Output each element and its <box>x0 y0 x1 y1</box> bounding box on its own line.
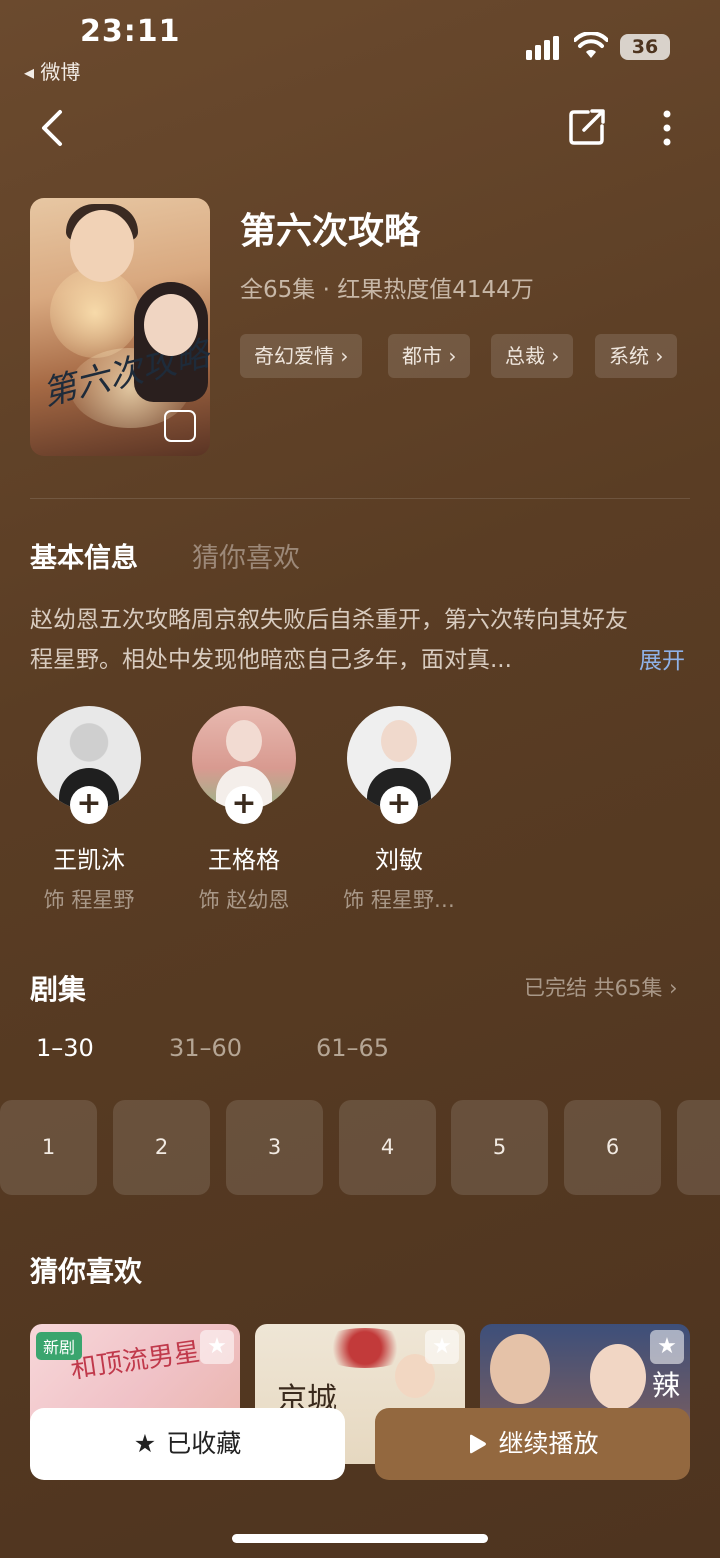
show-meta: 全65集 · 红果热度值4144万 <box>240 277 534 303</box>
follow-plus-icon[interactable]: + <box>225 786 263 824</box>
follow-plus-icon[interactable]: + <box>380 786 418 824</box>
episode-button[interactable]: 5 <box>451 1100 548 1195</box>
battery-indicator: 36 <box>620 34 670 60</box>
episode-button[interactable]: 3 <box>226 1100 323 1195</box>
episode-button[interactable]: 2 <box>113 1100 210 1195</box>
more-vertical-icon[interactable] <box>652 106 682 150</box>
cast-name: 刘敏 <box>375 846 423 874</box>
favorite-button[interactable]: ★ 已收藏 <box>30 1408 345 1480</box>
recommend-heading: 猜你喜欢 <box>30 1255 143 1288</box>
wifi-icon <box>574 32 608 58</box>
follow-plus-icon[interactable]: + <box>70 786 108 824</box>
episode-range-tab[interactable]: 1–30 <box>36 1034 94 1062</box>
cast-role: 饰 赵幼恩 <box>198 888 290 912</box>
episodes-status-link[interactable]: 已完结 共65集 › <box>524 972 677 1002</box>
tab-basic-info[interactable]: 基本信息 <box>30 536 138 575</box>
star-icon[interactable]: ★ <box>200 1330 234 1364</box>
episode-button[interactable]: 6 <box>564 1100 661 1195</box>
cast-name: 王格格 <box>208 846 280 874</box>
signal-icon <box>526 36 559 60</box>
cast-member[interactable]: + <box>347 706 451 824</box>
back-to-app-link[interactable]: ◂ 微博 <box>24 56 80 85</box>
episode-range-tab[interactable]: 61–65 <box>316 1034 389 1062</box>
episode-button[interactable]: 1 <box>0 1100 97 1195</box>
tab-recommend[interactable]: 猜你喜欢 <box>192 536 300 575</box>
back-arrow-icon[interactable] <box>34 106 74 150</box>
cast-member[interactable]: + <box>37 706 141 824</box>
expand-link[interactable]: 展开 <box>639 641 685 675</box>
cast-role: 饰 程星野… <box>343 888 455 912</box>
show-poster[interactable]: 第六次攻略 <box>30 198 210 456</box>
synopsis-text: 赵幼恩五次攻略周京叙失败后自杀重开，第六次转向其好友程星野。相处中发现他暗恋自己… <box>30 607 628 673</box>
share-icon[interactable] <box>566 106 608 148</box>
episode-range-tab[interactable]: 31–60 <box>169 1034 242 1062</box>
divider <box>30 498 690 499</box>
play-icon <box>470 1434 487 1454</box>
episode-button-partial[interactable] <box>677 1100 720 1195</box>
favorite-label: 已收藏 <box>166 1429 242 1458</box>
star-icon[interactable]: ★ <box>425 1330 459 1364</box>
status-time: 23:11 <box>80 14 181 49</box>
star-filled-icon: ★ <box>133 1429 157 1458</box>
continue-play-button[interactable]: 继续播放 <box>375 1408 690 1480</box>
cast-name: 王凯沐 <box>53 846 125 874</box>
star-icon[interactable]: ★ <box>650 1330 684 1364</box>
tag-urban[interactable]: 都市 › <box>388 334 471 378</box>
gallery-icon[interactable] <box>164 410 196 442</box>
tag-system[interactable]: 系统 › <box>595 334 678 378</box>
tag-ceo[interactable]: 总裁 › <box>491 334 574 378</box>
cast-role: 饰 程星野 <box>43 888 135 912</box>
show-title: 第六次攻略 <box>240 211 421 252</box>
episode-button[interactable]: 4 <box>339 1100 436 1195</box>
episodes-heading: 剧集 <box>30 973 87 1006</box>
card-art-text: 和顶流男星 <box>68 1337 202 1385</box>
new-badge: 新剧 <box>36 1332 83 1360</box>
card-art-text: 辣 <box>652 1369 681 1402</box>
cast-member[interactable]: + <box>192 706 296 824</box>
tag-fantasy-romance[interactable]: 奇幻爱情 › <box>240 334 363 378</box>
home-indicator[interactable] <box>232 1534 488 1543</box>
play-label: 继续播放 <box>498 1429 599 1458</box>
